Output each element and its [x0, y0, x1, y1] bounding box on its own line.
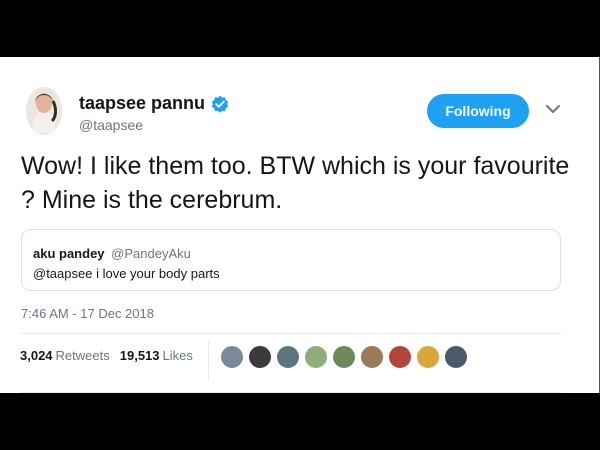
avatar-portrait-icon	[26, 87, 62, 135]
author-name[interactable]: taapsee pannu	[79, 93, 205, 114]
liker-avatar[interactable]	[248, 345, 272, 369]
tweet-card: taapsee pannu @taapsee Following Wow! I …	[0, 57, 600, 393]
quoted-tweet-header: aku pandey @PandeyAku	[33, 246, 191, 261]
liker-avatar[interactable]	[332, 345, 356, 369]
tweet-timestamp[interactable]: 7:46 AM - 17 Dec 2018	[21, 306, 154, 321]
likes-label[interactable]: Likes	[163, 348, 193, 363]
top-black-band	[0, 0, 600, 57]
divider	[21, 333, 561, 334]
liker-avatar[interactable]	[276, 345, 300, 369]
liker-avatar[interactable]	[304, 345, 328, 369]
liker-avatars	[220, 345, 472, 369]
liker-avatar[interactable]	[220, 345, 244, 369]
author-handle[interactable]: @taapsee	[79, 117, 143, 133]
following-button[interactable]: Following	[427, 94, 529, 128]
quoted-tweet-text: @taapsee i love your body parts	[33, 266, 220, 281]
author-name-row: taapsee pannu	[79, 93, 229, 114]
quoted-author-handle: @PandeyAku	[111, 246, 191, 261]
quoted-tweet[interactable]: aku pandey @PandeyAku @taapsee i love yo…	[21, 229, 561, 291]
liker-avatar[interactable]	[416, 345, 440, 369]
bottom-black-band	[0, 393, 600, 450]
likes-count[interactable]: 19,513	[120, 348, 160, 363]
author-avatar[interactable]	[26, 87, 62, 135]
tweet-stats: 3,024 Retweets 19,513 Likes	[20, 348, 193, 363]
verified-badge-icon	[211, 95, 229, 113]
liker-avatar[interactable]	[388, 345, 412, 369]
retweets-label[interactable]: Retweets	[56, 348, 110, 363]
stats-separator	[208, 341, 209, 381]
retweets-count[interactable]: 3,024	[20, 348, 53, 363]
liker-avatar[interactable]	[444, 345, 468, 369]
liker-avatar[interactable]	[360, 345, 384, 369]
tweet-text: Wow! I like them too. BTW which is your …	[21, 152, 570, 214]
chevron-down-icon[interactable]	[545, 103, 561, 115]
quoted-author-name: aku pandey	[33, 246, 105, 261]
